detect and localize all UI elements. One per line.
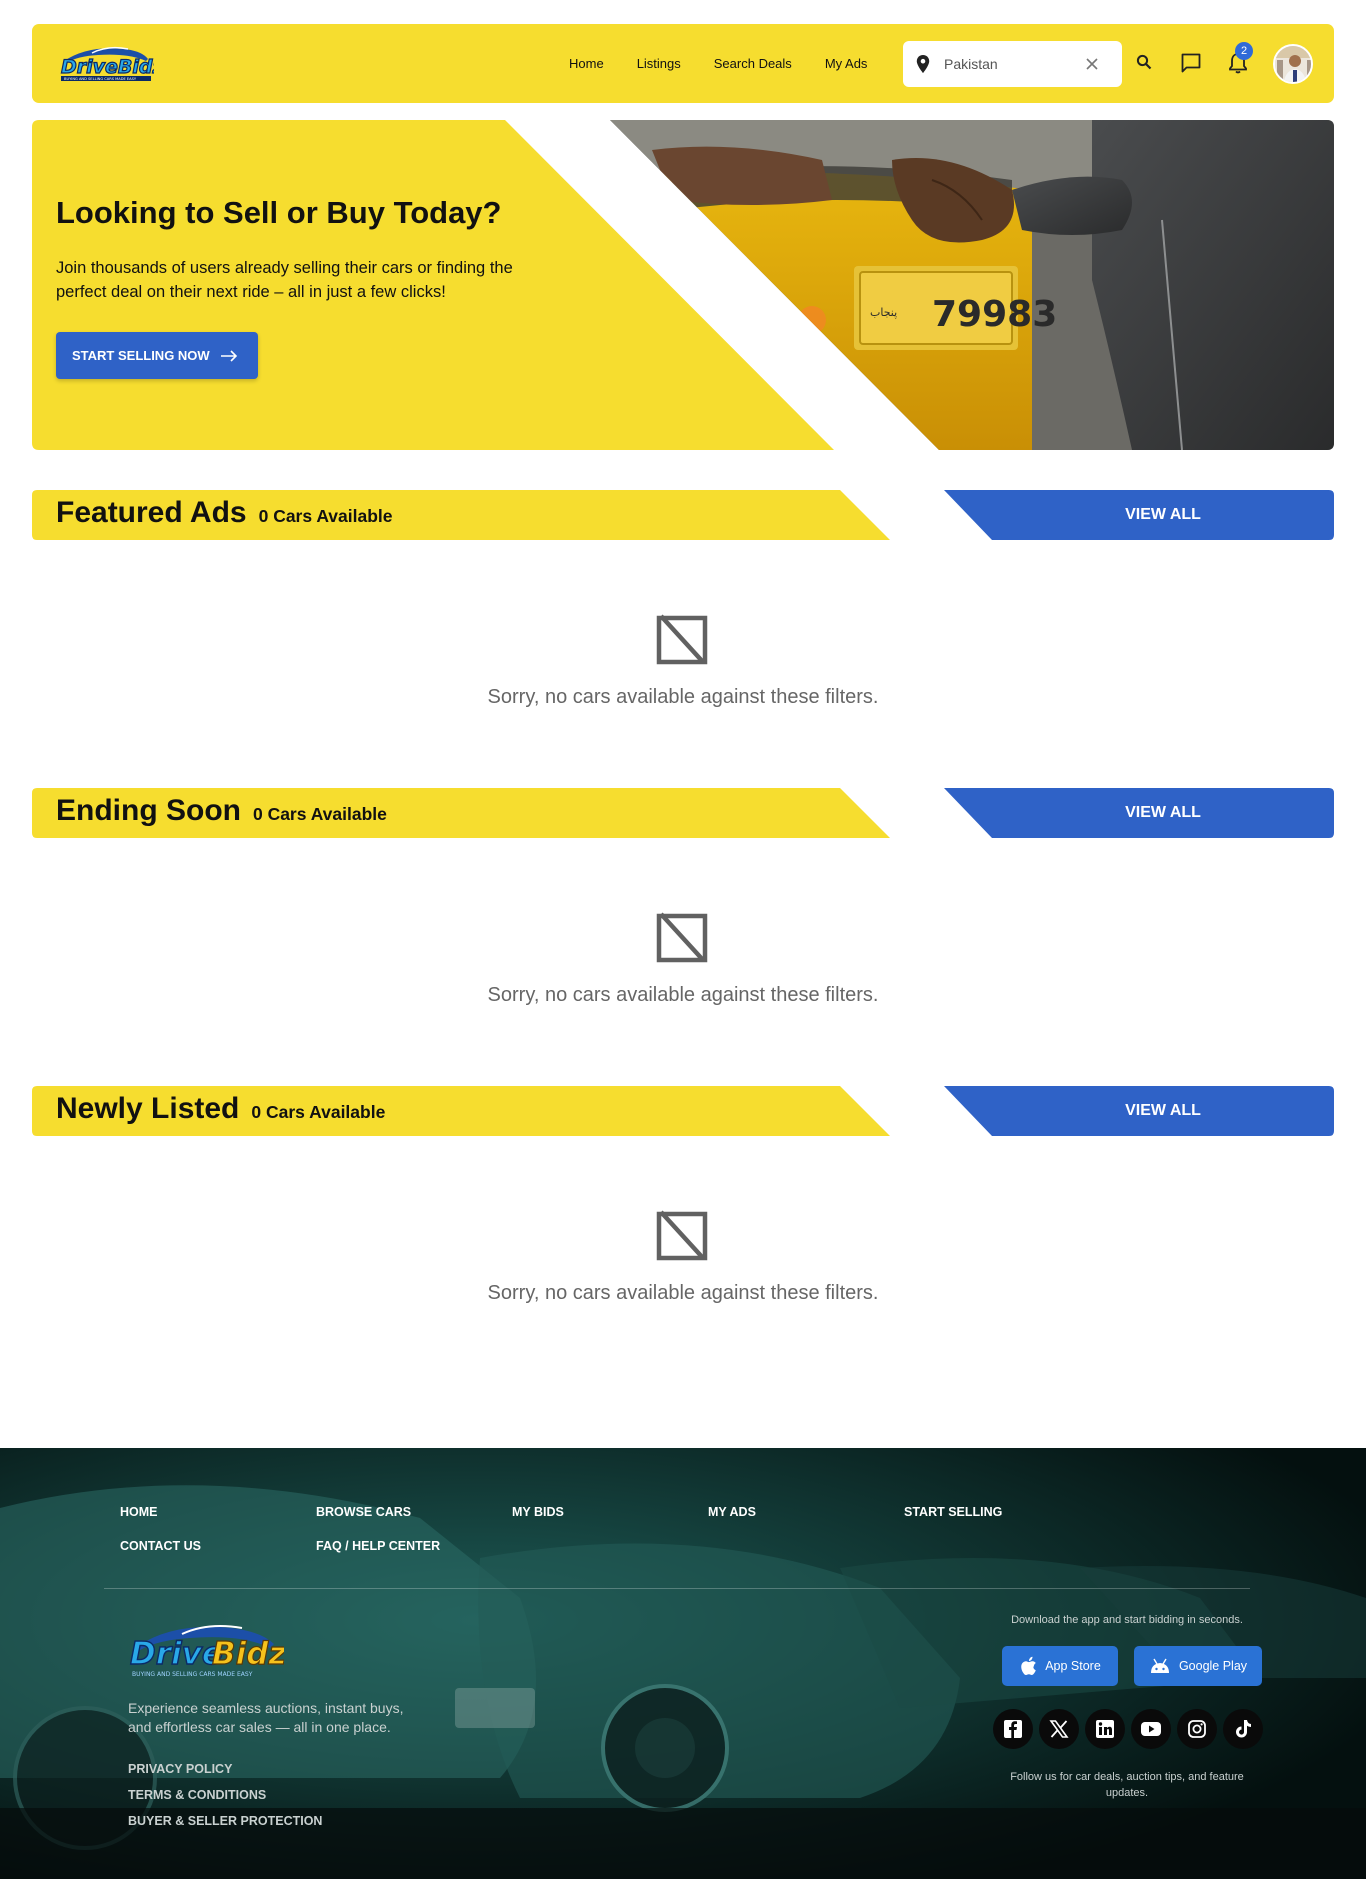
app-store-button[interactable]: App Store — [1002, 1646, 1118, 1686]
clear-icon[interactable] — [1084, 56, 1100, 72]
nav-home[interactable]: Home — [569, 56, 604, 71]
footer: HOME BROWSE CARS MY BIDS MY ADS START SE… — [0, 1448, 1366, 1879]
footer-drivebidz-logo[interactable]: Drive Bidz BUYING AND SELLING CARS MADE … — [124, 1616, 284, 1680]
section-title: Featured Ads 0 Cars Available — [56, 496, 393, 530]
google-play-button[interactable]: Google Play — [1134, 1646, 1262, 1686]
facebook-icon[interactable] — [993, 1709, 1033, 1749]
section-title: Newly Listed 0 Cars Available — [56, 1092, 385, 1126]
footer-link-start-selling[interactable]: START SELLING — [904, 1505, 1002, 1519]
featured-ads-section: Featured Ads 0 Cars Available VIEW ALL So… — [32, 490, 1334, 790]
view-all-button[interactable]: VIEW ALL — [944, 1086, 1334, 1136]
cars-available-count: 0 Cars Available — [252, 804, 387, 824]
cars-available-count: 0 Cars Available — [258, 506, 393, 526]
newly-listed-section: Newly Listed 0 Cars Available VIEW ALL So… — [32, 1086, 1334, 1386]
ending-soon-section: Ending Soon 0 Cars Available VIEW ALL Sor… — [32, 788, 1334, 1088]
view-all-label: VIEW ALL — [1125, 804, 1201, 821]
no-image-icon — [656, 912, 708, 963]
apple-icon — [1021, 1656, 1037, 1675]
view-all-button[interactable]: VIEW ALL — [944, 788, 1334, 838]
footer-divider — [104, 1588, 1250, 1589]
hero-banner: 79983 پنجاب Looking to Sell or Buy Today… — [32, 120, 1334, 450]
svg-text:Bidz: Bidz — [212, 1636, 284, 1672]
follow-us-text: Follow us for car deals, auction tips, a… — [1010, 1771, 1244, 1799]
drivebidz-logo[interactable]: DriveBidz BUYING AND SELLING CARS MADE E… — [58, 41, 154, 83]
linkedin-icon[interactable] — [1085, 1709, 1125, 1749]
section-title-text: Ending Soon — [56, 794, 241, 827]
footer-link-contact-us[interactable]: CONTACT US — [120, 1539, 201, 1553]
buyer-seller-protection-link[interactable]: BUYER & SELLER PROTECTION — [128, 1814, 322, 1828]
search-icon[interactable] — [1136, 54, 1152, 70]
footer-link-home[interactable]: HOME — [120, 1505, 158, 1519]
navbar: DriveBidz BUYING AND SELLING CARS MADE E… — [32, 24, 1334, 103]
footer-description: Experience seamless auctions, instant bu… — [128, 1700, 404, 1735]
notification-badge: 2 — [1235, 42, 1253, 60]
x-icon[interactable] — [1039, 1709, 1079, 1749]
view-all-label: VIEW ALL — [1125, 1102, 1201, 1119]
footer-link-faq[interactable]: FAQ / HELP CENTER — [316, 1539, 440, 1553]
hero-title: Looking to Sell or Buy Today? — [56, 195, 502, 230]
instagram-icon[interactable] — [1177, 1709, 1217, 1749]
location-search-box — [903, 41, 1122, 87]
footer-link-my-bids[interactable]: MY BIDS — [512, 1505, 564, 1519]
footer-link-browse-cars[interactable]: BROWSE CARS — [316, 1505, 411, 1519]
location-input[interactable] — [944, 53, 1084, 75]
svg-text:DriveBidz: DriveBidz — [61, 56, 154, 78]
svg-text:Drive: Drive — [130, 1636, 223, 1672]
empty-state-message: Sorry, no cars available against these f… — [487, 686, 879, 708]
nav-search-deals[interactable]: Search Deals — [714, 56, 792, 71]
arrow-right-icon — [220, 349, 237, 362]
youtube-icon[interactable] — [1131, 1709, 1171, 1749]
nav-listings[interactable]: Listings — [637, 56, 681, 71]
svg-text:BUYING AND SELLING CARS MADE E: BUYING AND SELLING CARS MADE EASY — [64, 77, 137, 81]
cars-available-count: 0 Cars Available — [251, 1102, 386, 1122]
tiktok-icon[interactable] — [1223, 1709, 1263, 1749]
start-selling-button[interactable]: START SELLING NOW — [56, 332, 258, 379]
section-title: Ending Soon 0 Cars Available — [56, 794, 387, 828]
android-icon — [1150, 1658, 1169, 1673]
view-all-label: VIEW ALL — [1125, 506, 1201, 523]
avatar[interactable] — [1273, 44, 1313, 84]
google-play-label: Google Play — [1178, 1659, 1248, 1673]
hero-subtitle: Join thousands of users already selling … — [56, 259, 513, 301]
nav-my-ads[interactable]: My Ads — [825, 56, 868, 71]
footer-link-my-ads[interactable]: MY ADS — [708, 1505, 756, 1519]
empty-state-message: Sorry, no cars available against these f… — [487, 984, 879, 1006]
main-nav: Home Listings Search Deals My Ads — [569, 24, 900, 103]
start-selling-label: START SELLING NOW — [72, 348, 210, 363]
view-all-button[interactable]: VIEW ALL — [944, 490, 1334, 540]
download-app-text: Download the app and start bidding in se… — [1011, 1614, 1243, 1626]
empty-state-message: Sorry, no cars available against these f… — [487, 1282, 879, 1304]
no-image-icon — [656, 614, 708, 665]
section-title-text: Newly Listed — [56, 1092, 240, 1125]
avatar-image — [1275, 46, 1311, 82]
location-pin-icon — [916, 55, 930, 73]
svg-text:BUYING AND SELLING CARS MADE E: BUYING AND SELLING CARS MADE EASY — [132, 1671, 253, 1678]
no-image-icon — [656, 1210, 708, 1261]
terms-link[interactable]: TERMS & CONDITIONS — [128, 1788, 266, 1802]
chat-icon[interactable] — [1180, 52, 1202, 74]
section-title-text: Featured Ads — [56, 496, 247, 529]
app-store-label: App Store — [1045, 1659, 1101, 1673]
privacy-policy-link[interactable]: PRIVACY POLICY — [128, 1762, 232, 1776]
